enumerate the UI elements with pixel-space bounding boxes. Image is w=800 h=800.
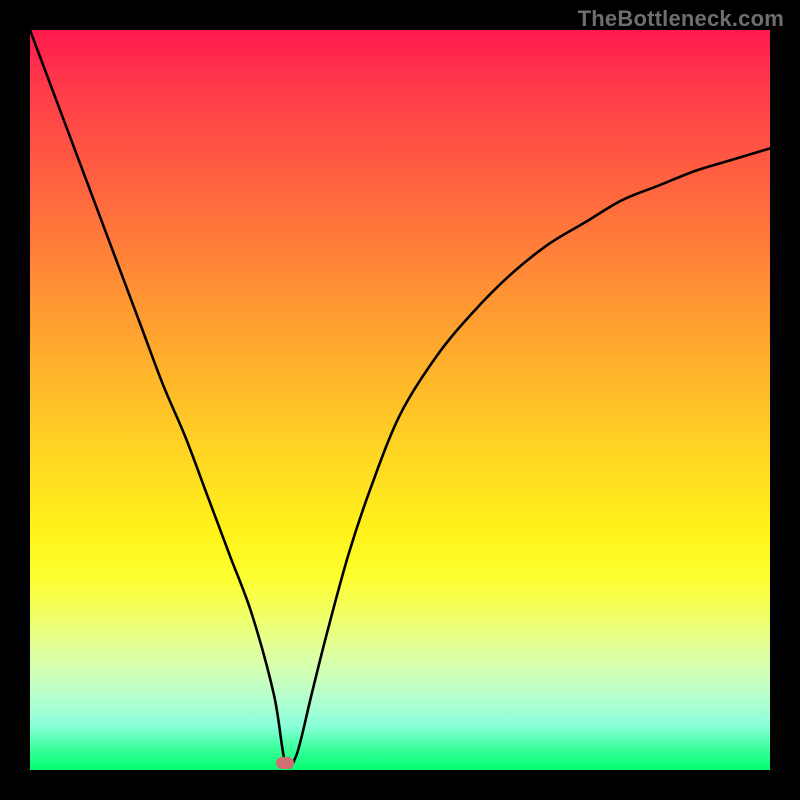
optimum-marker — [276, 757, 294, 769]
bottleneck-curve — [30, 30, 770, 770]
plot-area — [30, 30, 770, 770]
watermark-label: TheBottleneck.com — [578, 6, 784, 32]
chart-frame: TheBottleneck.com — [0, 0, 800, 800]
